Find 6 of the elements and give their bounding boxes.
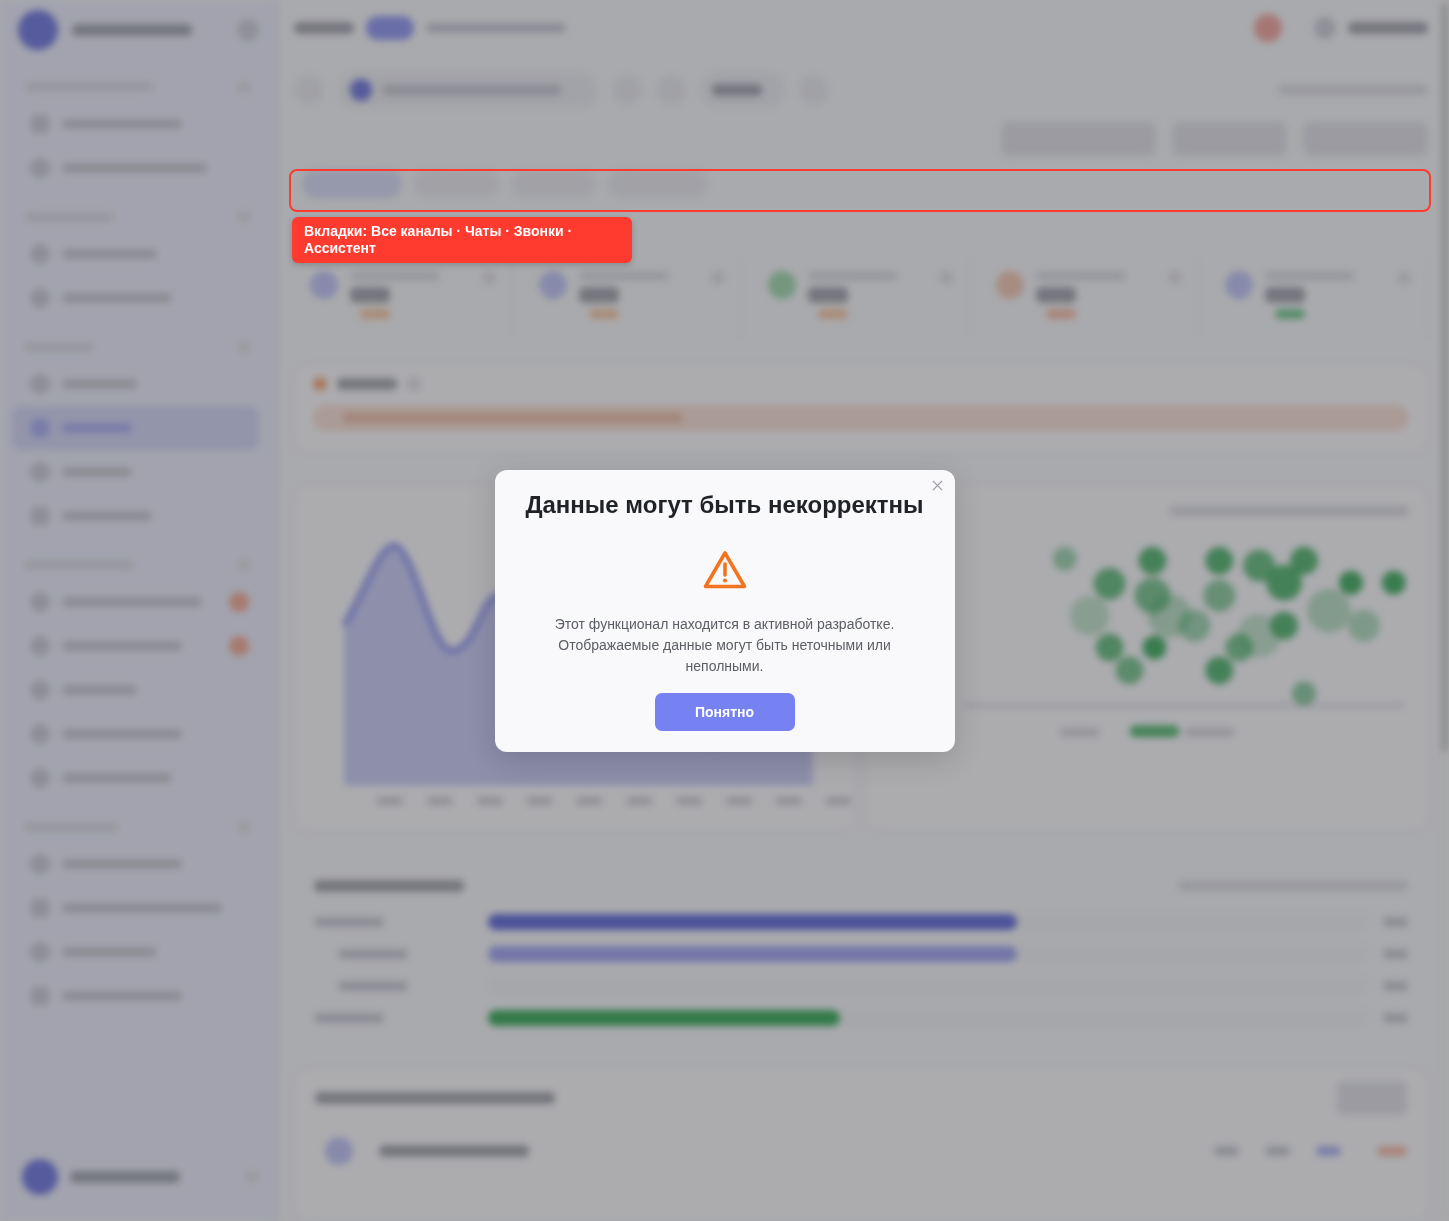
warning-icon: [702, 549, 747, 590]
dialog-message: Этот функционал находится в активной разработке. Отображаемые данные могут быть неточными или неполными.: [553, 614, 896, 676]
dialog-title: Данные могут быть некорректны: [525, 489, 924, 520]
confirm-button[interactable]: Понятно: [654, 692, 795, 731]
close-icon[interactable]: [931, 479, 943, 491]
annotation-tooltip: Вкладки: Все каналы · Чаты · Звонки · Ассистент: [292, 217, 632, 263]
